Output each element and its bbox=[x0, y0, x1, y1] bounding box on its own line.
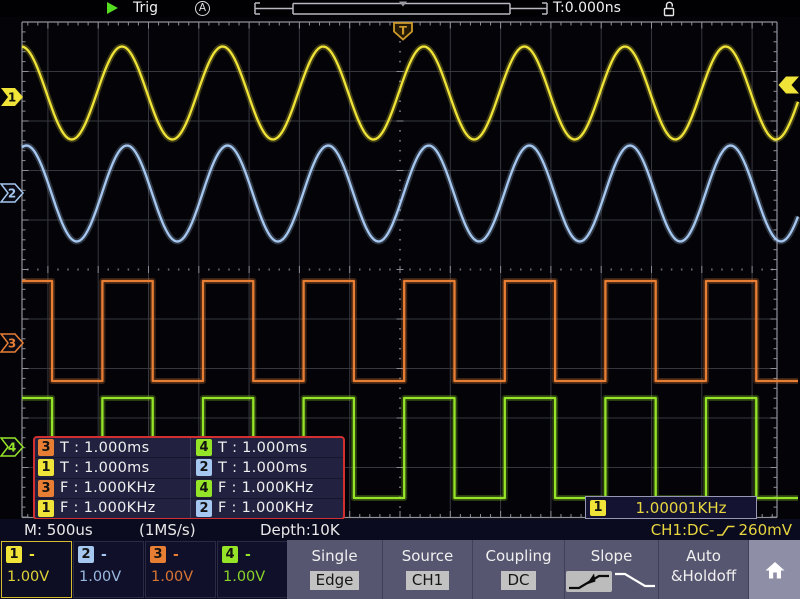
ch4-scale-value: 1.00V bbox=[218, 563, 287, 585]
channel1-settings-button[interactable]: 1 - 1.00V bbox=[1, 541, 72, 598]
oscilloscope-screen: T 1 2 3 4 Trig A T:0.000ns 3 T : 1.000ms 4 T… bbox=[0, 0, 800, 599]
rising-slope-selected-icon[interactable] bbox=[566, 571, 612, 592]
record-depth-readout: Depth:10K bbox=[260, 521, 340, 539]
trigger-type-label: Single bbox=[287, 547, 382, 565]
ch1-scale-value: 1.00V bbox=[2, 563, 71, 585]
measurement-value: F : 1.000KHz bbox=[218, 500, 314, 516]
measurement-panel: 3 T : 1.000ms 4 T : 1.000ms 1 T : 1.000m… bbox=[33, 436, 345, 520]
rising-edge-icon bbox=[716, 524, 736, 537]
timebase-readout: M: 500us bbox=[24, 521, 93, 539]
trigger-position-marker-label: T bbox=[399, 24, 407, 38]
measurement-ch3-period: 3 T : 1.000ms bbox=[35, 438, 190, 457]
ch3-coupling-indicator: - bbox=[173, 548, 179, 562]
ch2-badge: 2 bbox=[78, 546, 94, 563]
trigger-coupling-label: Coupling bbox=[473, 547, 564, 565]
ch3-badge: 3 bbox=[150, 546, 166, 563]
status-bar: M: 500us (1MS/s) Depth:10K CH1:DC- 260mV bbox=[0, 519, 800, 540]
trigger-type-value: Edge bbox=[310, 571, 360, 590]
ch4-position-marker-label: 4 bbox=[8, 441, 16, 455]
bottom-menu-bar: 1 - 1.00V 2 - 1.00V 3 - 1.00V 4 - 1.00V bbox=[0, 540, 800, 599]
trigger-level-value: 260mV bbox=[738, 521, 792, 539]
ch3-trace-glow bbox=[22, 281, 798, 381]
ch2-position-marker-label: 2 bbox=[8, 187, 16, 201]
home-button[interactable] bbox=[748, 540, 800, 599]
frequency-counter: 1 1.00001KHz bbox=[585, 496, 757, 519]
trigger-coupling-button[interactable]: Coupling DC bbox=[472, 540, 564, 599]
ch3-position-marker-label: 3 bbox=[8, 337, 16, 351]
measurement-ch2-frequency: 2 F : 1.000KHz bbox=[190, 498, 343, 518]
run-state-play-icon bbox=[107, 2, 118, 14]
measurement-value: F : 1.000KHz bbox=[218, 480, 314, 496]
frequency-counter-value: 1.00001KHz bbox=[606, 499, 756, 517]
trigger-slope-label: Slope bbox=[565, 547, 658, 565]
measurement-value: F : 1.000KHz bbox=[60, 500, 156, 516]
channel2-settings-button[interactable]: 2 - 1.00V bbox=[73, 541, 144, 598]
ch2-coupling-indicator: - bbox=[101, 548, 107, 562]
trigger-type-button[interactable]: Single Edge bbox=[287, 540, 382, 599]
ch1-badge: 1 bbox=[38, 500, 54, 517]
trigger-menu-panel: Single Edge Source CH1 Coupling DC Slope bbox=[287, 540, 800, 599]
ch3-scale-value: 1.00V bbox=[146, 563, 215, 585]
trigger-source-value: CH1 bbox=[406, 571, 449, 590]
ch4-badge: 4 bbox=[222, 546, 238, 563]
ch1-coupling-indicator: - bbox=[29, 548, 35, 562]
measurement-ch2-period: 2 T : 1.000ms bbox=[190, 457, 343, 477]
ch1-badge: 1 bbox=[6, 546, 22, 563]
home-icon bbox=[763, 559, 787, 581]
measurement-value: T : 1.000ms bbox=[218, 440, 307, 456]
measurement-value: T : 1.000ms bbox=[218, 460, 307, 476]
record-position-bar bbox=[0, 0, 800, 17]
ch1-badge: 1 bbox=[590, 500, 606, 516]
ch1-position-marker-label: 1 bbox=[8, 91, 16, 105]
trigger-coupling-value: DC bbox=[501, 571, 535, 590]
ch2-trace-glow bbox=[22, 146, 798, 242]
channel3-settings-button[interactable]: 3 - 1.00V bbox=[145, 541, 216, 598]
ch3-badge: 3 bbox=[38, 480, 54, 497]
top-status-bar: Trig A T:0.000ns bbox=[0, 0, 800, 17]
ch2-scale-value: 1.00V bbox=[74, 563, 143, 585]
falling-slope-icon[interactable] bbox=[612, 569, 658, 594]
ch4-badge: 4 bbox=[196, 480, 212, 497]
ch2-badge: 2 bbox=[196, 500, 212, 517]
trigger-status-label: Trig bbox=[133, 0, 158, 17]
trigger-slope-button[interactable]: Slope bbox=[564, 540, 658, 599]
measurement-ch3-frequency: 3 F : 1.000KHz bbox=[35, 478, 190, 498]
ch1-trace bbox=[22, 47, 798, 140]
measurement-value: T : 1.000ms bbox=[60, 460, 149, 476]
ch4-coupling-indicator: - bbox=[245, 548, 251, 562]
ch2-badge: 2 bbox=[196, 459, 212, 476]
auto-trigger-mode-icon: A bbox=[195, 1, 210, 16]
trigger-source-coupling: CH1:DC- bbox=[651, 521, 715, 539]
measurement-value: T : 1.000ms bbox=[60, 440, 149, 456]
sample-rate-readout: (1MS/s) bbox=[139, 521, 196, 539]
measurement-value: F : 1.000KHz bbox=[60, 480, 156, 496]
ch1-badge: 1 bbox=[38, 459, 54, 476]
lock-icon[interactable] bbox=[662, 1, 676, 21]
holdoff-label: &Holdoff bbox=[659, 567, 748, 585]
trigger-level-marker[interactable] bbox=[779, 77, 800, 94]
measurement-ch1-period: 1 T : 1.000ms bbox=[35, 457, 190, 477]
trigger-source-label: Source bbox=[383, 547, 472, 565]
ch3-badge: 3 bbox=[38, 439, 54, 456]
ch4-badge: 4 bbox=[196, 439, 212, 456]
measurement-ch4-frequency: 4 F : 1.000KHz bbox=[190, 478, 343, 498]
measurement-ch1-frequency: 1 F : 1.000KHz bbox=[35, 498, 190, 518]
trigger-mode-holdoff-button[interactable]: Auto &Holdoff bbox=[658, 540, 748, 599]
ch3-trace bbox=[22, 281, 798, 381]
trigger-offset-readout: T:0.000ns bbox=[553, 0, 621, 17]
trigger-source-button[interactable]: Source CH1 bbox=[382, 540, 472, 599]
trigger-mode-label: Auto bbox=[659, 547, 748, 565]
trigger-settings-readout: CH1:DC- 260mV bbox=[651, 521, 792, 539]
measurement-ch4-period: 4 T : 1.000ms bbox=[190, 438, 343, 457]
channel4-settings-button[interactable]: 4 - 1.00V bbox=[217, 541, 288, 598]
